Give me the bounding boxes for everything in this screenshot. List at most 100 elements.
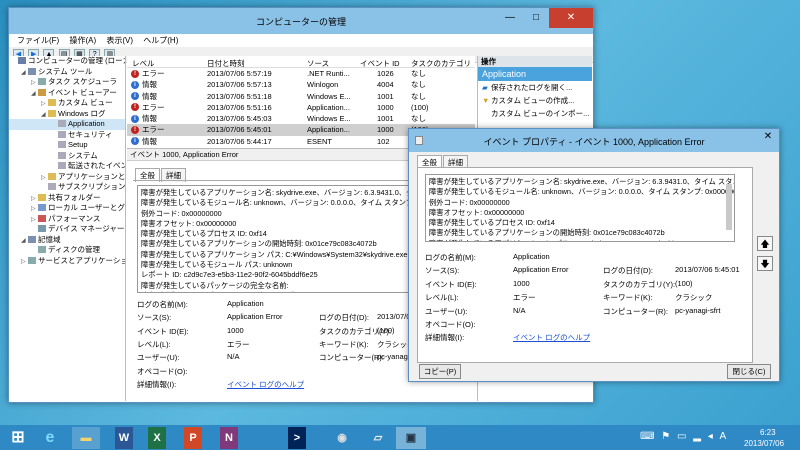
menu-view[interactable]: 表示(V) — [106, 36, 133, 45]
info-icon: i — [131, 137, 139, 146]
expand-icon[interactable]: ◢ — [41, 110, 48, 121]
field-more-link[interactable]: イベント ログのヘルプ — [513, 332, 590, 343]
previous-event-button[interactable]: 🡅 — [757, 236, 773, 251]
notepad-icon[interactable]: ▱ — [364, 427, 392, 449]
word-icon[interactable]: W — [115, 427, 133, 449]
ie-icon[interactable]: e — [36, 427, 64, 449]
tree-item-label: ディスクの管理 — [48, 245, 100, 254]
tree-item[interactable]: コンピューターの管理 (ローカル) — [9, 56, 125, 67]
app-icon[interactable]: ◉ — [328, 427, 356, 449]
minimize-button[interactable]: — — [497, 8, 523, 28]
tree-item[interactable]: ▷ パフォーマンス — [9, 214, 125, 225]
keyboard-icon[interactable]: ⌨ — [640, 431, 654, 442]
tree-item[interactable]: Application — [9, 119, 125, 130]
action-import-custom-view[interactable]: カスタム ビューのインポー... — [478, 107, 592, 120]
tree-item[interactable]: Setup — [9, 140, 125, 151]
tree-node-icon — [38, 88, 46, 96]
expand-icon[interactable]: ▷ — [31, 78, 38, 89]
excel-icon[interactable]: X — [148, 427, 166, 449]
field-task: (100) — [377, 325, 395, 335]
tree-item[interactable]: 転送されたイベント — [9, 161, 125, 172]
tree-item-label: パフォーマンス — [48, 213, 101, 223]
tree-node-icon — [48, 172, 56, 180]
file-explorer-icon[interactable]: ▬ — [72, 427, 100, 449]
tree-item[interactable]: ▷ サービスとアプリケーション — [9, 256, 125, 267]
tree-item[interactable]: システム — [9, 151, 125, 162]
clock-time[interactable]: 6:23 — [760, 428, 776, 437]
expand-icon[interactable]: ◢ — [21, 236, 28, 247]
field-source: Application Error — [227, 312, 283, 322]
powershell-icon[interactable]: > — [288, 427, 306, 449]
table-row[interactable]: i 情報 2013/07/06 5:45:03 Windows E... 1001 なし — [127, 113, 475, 124]
table-row[interactable]: i 情報 2013/07/06 5:57:13 Winlogon 4004 なし — [127, 79, 475, 90]
dialog-close-button-bottom[interactable]: 閉じる(C) — [727, 364, 771, 379]
tree-item[interactable]: セキュリティ — [9, 130, 125, 141]
table-row[interactable]: ! エラー 2013/07/06 5:51:16 Application... 1000… — [127, 102, 475, 113]
tree-item[interactable]: ▷ カスタム ビュー — [9, 98, 125, 109]
close-button[interactable]: ✕ — [549, 8, 593, 28]
actions-section-application[interactable]: Application — [478, 67, 592, 81]
expand-icon[interactable]: ▷ — [41, 99, 48, 110]
powerpoint-icon[interactable]: P — [184, 427, 202, 449]
tree-item[interactable]: ▷ 共有フォルダー — [9, 193, 125, 204]
cell-source: Winlogon — [307, 80, 339, 90]
tree-item[interactable]: ▷アプリケーションとサービス — [9, 172, 125, 183]
tree-node-icon — [58, 120, 66, 127]
ime-indicator[interactable]: A — [720, 431, 727, 442]
tree-item[interactable]: ◢ Windows ログ — [9, 109, 125, 120]
field-log-name-label: ログの名前(M): — [425, 253, 476, 262]
clock-date[interactable]: 2013/07/06 — [744, 439, 784, 448]
message-line: 障害が発生しているプロセス ID: 0xf14 — [429, 218, 555, 228]
table-row[interactable]: i 情報 2013/07/06 5:51:18 Windows E... 1001 なし — [127, 91, 475, 102]
cell-id: 1000 — [377, 102, 394, 112]
next-event-button[interactable]: 🡇 — [757, 256, 773, 271]
menu-action[interactable]: 操作(A) — [69, 36, 96, 45]
tree-item-label: デバイス マネージャー — [48, 224, 125, 233]
field-keywords-label: キーワード(K): — [603, 293, 653, 303]
cell-id: 1001 — [377, 91, 394, 101]
field-log-name: Application — [227, 299, 264, 308]
network-icon[interactable]: ▂ — [693, 431, 701, 442]
dialog-message[interactable]: 障害が発生しているアプリケーション名: skydrive.exe、バージョン: … — [425, 174, 735, 242]
flag-icon[interactable]: ⚑ — [661, 431, 670, 442]
table-row[interactable]: ! エラー 2013/07/06 5:57:19 .NET Runti... 1026 な… — [127, 68, 475, 79]
tree-item[interactable]: ▷ ローカル ユーザーとグループ — [9, 203, 125, 214]
tree-item-label: アプリケーションとサービス — [58, 171, 126, 181]
message-line: 障害が発生しているアプリケーションの開始時刻: 0x01ce79c083c407… — [429, 228, 665, 238]
dialog-message-scrollbar[interactable] — [726, 184, 732, 230]
battery-icon[interactable]: ▭ — [677, 431, 686, 442]
expand-icon[interactable]: ▷ — [31, 204, 38, 215]
tree-item[interactable]: サブスクリプション — [9, 182, 125, 193]
action-create-custom-view[interactable]: ▼ カスタム ビューの作成... — [478, 94, 592, 107]
field-computer: pc-yanagi-sfrt — [675, 305, 721, 315]
expand-icon[interactable]: ▷ — [21, 257, 28, 268]
volume-icon[interactable]: ◂ — [708, 431, 713, 442]
field-more-label: 詳細情報(I): — [137, 379, 177, 389]
tree-item[interactable]: ◢ イベント ビューアー — [9, 88, 125, 99]
tree-item[interactable]: ◢ システム ツール — [9, 67, 125, 78]
maximize-button[interactable]: □ — [523, 8, 549, 28]
field-keywords: クラシック — [675, 293, 713, 303]
menu-help[interactable]: ヘルプ(H) — [143, 36, 178, 45]
menu-file[interactable]: ファイル(F) — [17, 36, 59, 45]
tree-item[interactable]: デバイス マネージャー — [9, 224, 125, 235]
dialog-close-button[interactable]: ✕ — [757, 129, 779, 145]
start-button[interactable]: ⊞ — [4, 427, 32, 449]
cell-date: 2013/07/06 5:44:17 — [207, 136, 272, 146]
cell-level: 情報 — [142, 136, 157, 146]
expand-icon[interactable]: ◢ — [21, 68, 28, 79]
computer-management-taskbar-icon[interactable]: ▣ — [396, 427, 426, 449]
copy-button[interactable]: コピー(P) — [419, 364, 461, 379]
tree-item[interactable]: ディスクの管理 — [9, 245, 125, 256]
tree-item[interactable]: ◢ 記憶域 — [9, 235, 125, 246]
expand-icon[interactable]: ◢ — [31, 89, 38, 100]
cell-date: 2013/07/06 5:45:01 — [207, 125, 272, 135]
field-user: N/A — [227, 352, 240, 362]
onenote-icon[interactable]: N — [220, 427, 238, 449]
tree-item[interactable]: ▷ タスク スケジューラ — [9, 77, 125, 88]
cell-cat: なし — [411, 80, 426, 90]
action-open-saved-log[interactable]: ▰ 保存されたログを開く... — [478, 81, 592, 94]
field-more-link[interactable]: イベント ログのヘルプ — [227, 379, 304, 390]
cell-source: Windows E... — [307, 114, 351, 124]
field-more-label: 詳細情報(I): — [425, 333, 465, 343]
